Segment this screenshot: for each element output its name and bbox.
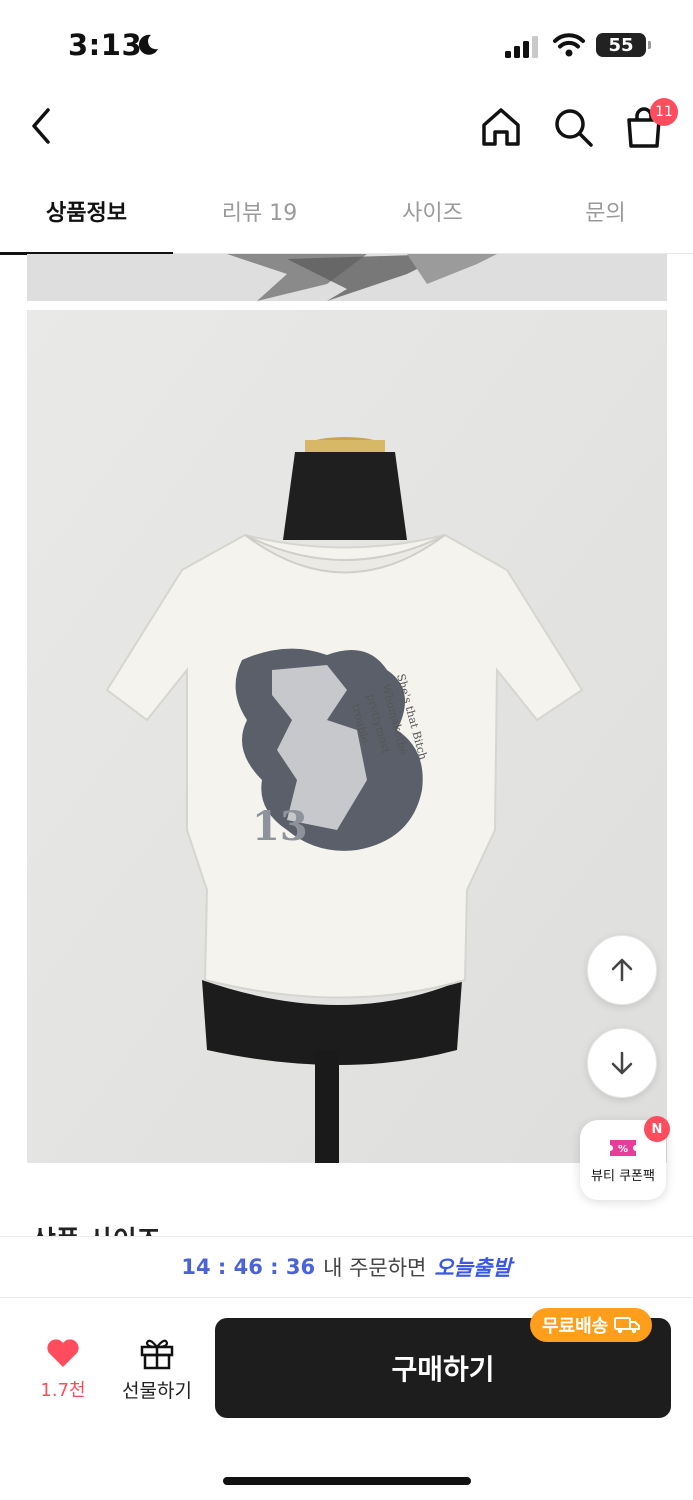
gift-icon xyxy=(140,1339,174,1370)
battery-level: 55 xyxy=(608,34,634,56)
heart-icon xyxy=(47,1339,79,1367)
gift-button[interactable]: 선물하기 xyxy=(118,1336,196,1403)
purchase-bar: 1.7천 선물하기 구매하기 무료배송 xyxy=(0,1298,693,1438)
cart-count-badge: 11 xyxy=(650,98,678,126)
cellular-signal-icon xyxy=(505,36,538,58)
tshirt-on-mannequin-photo: 13 She's that Bitch Whomakethe prettymos… xyxy=(27,310,667,1163)
scroll-up-button[interactable] xyxy=(587,935,657,1005)
battery-indicator: 55 xyxy=(596,33,651,57)
moon-icon xyxy=(138,34,158,55)
wishlist-button[interactable]: 1.7천 xyxy=(30,1338,96,1402)
banner-middle-text: 내 주문하면 xyxy=(323,1256,427,1280)
tab-product-info[interactable]: 상품정보 xyxy=(0,170,173,255)
gift-label: 선물하기 xyxy=(122,1380,192,1402)
free-shipping-label: 무료배송 xyxy=(542,1316,609,1337)
home-indicator xyxy=(223,1477,471,1485)
wifi-icon xyxy=(553,33,585,57)
countdown-timer: 14 : 46 : 36 xyxy=(181,1255,316,1279)
wishlist-count: 1.7천 xyxy=(40,1380,86,1401)
new-badge: N xyxy=(644,1116,670,1142)
delivery-truck-icon xyxy=(614,1317,641,1334)
status-time: 3:13 xyxy=(68,28,143,62)
status-bar: 3:13 55 xyxy=(0,0,693,90)
coupon-label: 뷰티 쿠폰팩 xyxy=(591,1168,655,1184)
today-dispatch-label: 오늘출발 xyxy=(434,1256,512,1280)
arrow-up-icon xyxy=(611,958,633,982)
scroll-down-button[interactable] xyxy=(587,1028,657,1098)
tab-inquiry[interactable]: 문의 xyxy=(519,170,692,254)
top-navigation: 11 xyxy=(0,90,693,170)
search-icon[interactable] xyxy=(550,104,596,150)
svg-text:%: % xyxy=(618,1144,628,1155)
tab-reviews[interactable]: 리뷰 19 xyxy=(173,170,346,254)
product-detail-image: 13 She's that Bitch Whomakethe prettymos… xyxy=(27,310,667,1163)
arrow-down-icon xyxy=(611,1051,633,1075)
coupon-ticket-icon: % xyxy=(610,1139,636,1156)
beauty-coupon-pack-button[interactable]: % 뷰티 쿠폰팩 N xyxy=(580,1116,670,1200)
graphic-print-fragment xyxy=(27,254,667,301)
svg-text:13: 13 xyxy=(252,803,308,850)
delivery-countdown-banner: 14 : 46 : 36 내 주문하면 오늘출발 xyxy=(0,1236,693,1298)
tab-size[interactable]: 사이즈 xyxy=(346,170,519,254)
product-tabs: 상품정보 리뷰 19 사이즈 문의 xyxy=(0,170,693,255)
free-shipping-badge: 무료배송 xyxy=(530,1308,653,1342)
home-icon[interactable] xyxy=(478,104,524,150)
back-chevron-icon[interactable] xyxy=(22,104,62,148)
product-detail-image-top xyxy=(27,254,667,301)
